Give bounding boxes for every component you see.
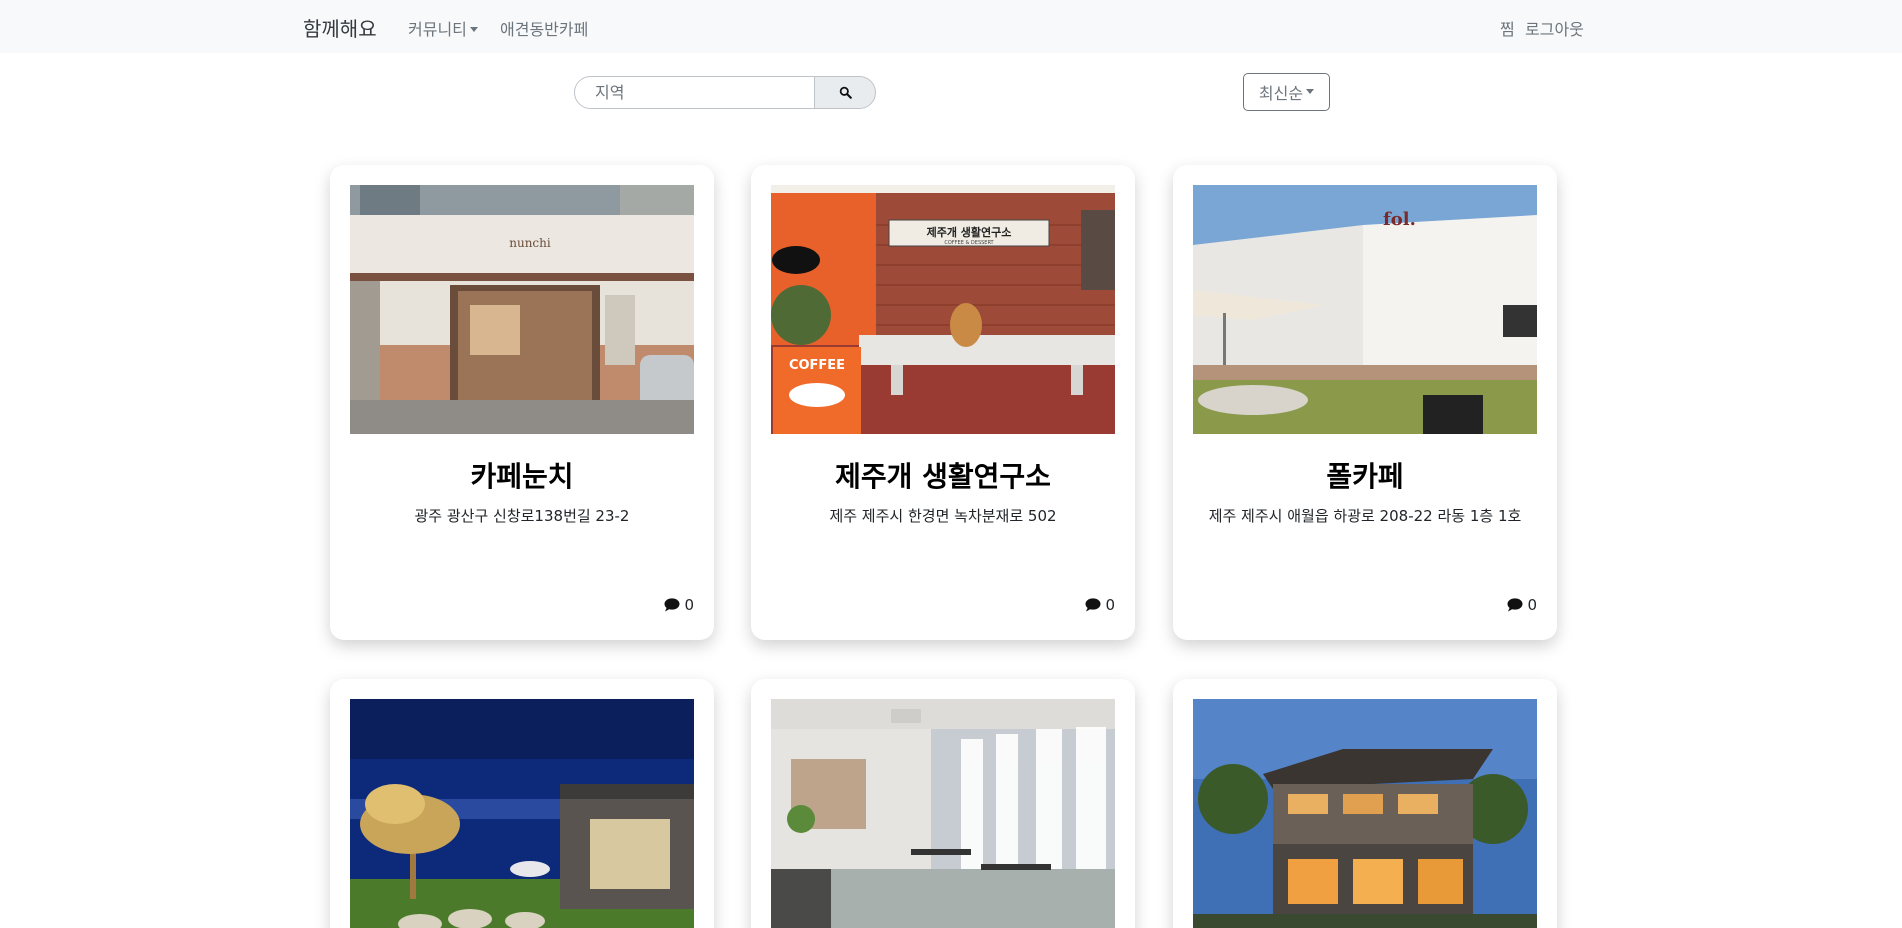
nav-community-label: 커뮤니티 (408, 20, 467, 39)
comment-count-value: 0 (684, 596, 694, 614)
comment-icon (664, 598, 680, 612)
nav-community-dropdown[interactable]: 커뮤니티 (408, 16, 478, 40)
cafe-photo[interactable]: fol. (1193, 185, 1537, 434)
comment-icon (1507, 598, 1523, 612)
cafe-sign-text: nunchi (509, 236, 551, 250)
cafe-card[interactable]: nunchi 카페눈치 광주 광산구 신창로138번길 23-2 0 (330, 165, 714, 640)
search-button[interactable] (814, 76, 876, 109)
caret-down-icon (1306, 88, 1315, 94)
cafe-photo[interactable] (1193, 699, 1537, 928)
cafe-photo[interactable] (350, 699, 694, 928)
cafe-sign-text: fol. (1383, 209, 1416, 230)
sort-dropdown-button[interactable]: 최신순 (1243, 73, 1330, 111)
cafe-name: 폴카페 (1326, 460, 1404, 493)
comment-icon (1085, 598, 1101, 612)
brand-link[interactable]: 함께해요 (303, 13, 377, 42)
cafe-card[interactable] (751, 679, 1135, 928)
nav-petcafe-link[interactable]: 애견동반카페 (500, 16, 588, 40)
cafe-address: 제주 제주시 애월읍 하광로 208-22 라동 1층 1호 (1208, 507, 1522, 525)
cafe-photo[interactable] (771, 699, 1115, 928)
comment-count-value: 0 (1527, 596, 1537, 614)
nav-like-link[interactable]: 찜 (1500, 16, 1515, 40)
cafe-sign-subtext: COFFEE & DESSERT (944, 240, 994, 246)
comment-count: 0 (1507, 596, 1537, 614)
caret-down-icon (469, 27, 478, 32)
search-group (574, 76, 876, 109)
sort-label: 최신순 (1258, 84, 1304, 103)
search-icon (839, 86, 852, 99)
cafe-address: 제주 제주시 한경면 녹차분재로 502 (829, 507, 1057, 525)
cafe-name: 카페눈치 (470, 460, 574, 493)
cafe-card[interactable] (330, 679, 714, 928)
comment-count-value: 0 (1105, 596, 1115, 614)
cafe-card[interactable]: fol. 폴카페 제주 제주시 애월읍 하광로 208-22 라동 1층 1호 … (1173, 165, 1557, 640)
cafe-name: 제주개 생활연구소 (835, 460, 1051, 493)
nav-logout-link[interactable]: 로그아웃 (1525, 16, 1584, 40)
cafe-sign-text: 제주개 생활연구소 (927, 225, 1012, 239)
poster-text: COFFEE (789, 358, 845, 373)
cafe-photo[interactable]: nunchi (350, 185, 694, 434)
cafe-address: 광주 광산구 신창로138번길 23-2 (414, 507, 630, 525)
cafe-photo[interactable]: 제주개 생활연구소 COFFEE & DESSERT COFFEE (771, 185, 1115, 434)
cafe-card[interactable]: 제주개 생활연구소 COFFEE & DESSERT COFFEE 제주개 생활… (751, 165, 1135, 640)
comment-count: 0 (1085, 596, 1115, 614)
comment-count: 0 (664, 596, 694, 614)
region-search-input[interactable] (574, 76, 815, 109)
cafe-card[interactable] (1173, 679, 1557, 928)
navbar: 함께해요 커뮤니티 애견동반카페 찜 로그아웃 (0, 0, 1902, 53)
